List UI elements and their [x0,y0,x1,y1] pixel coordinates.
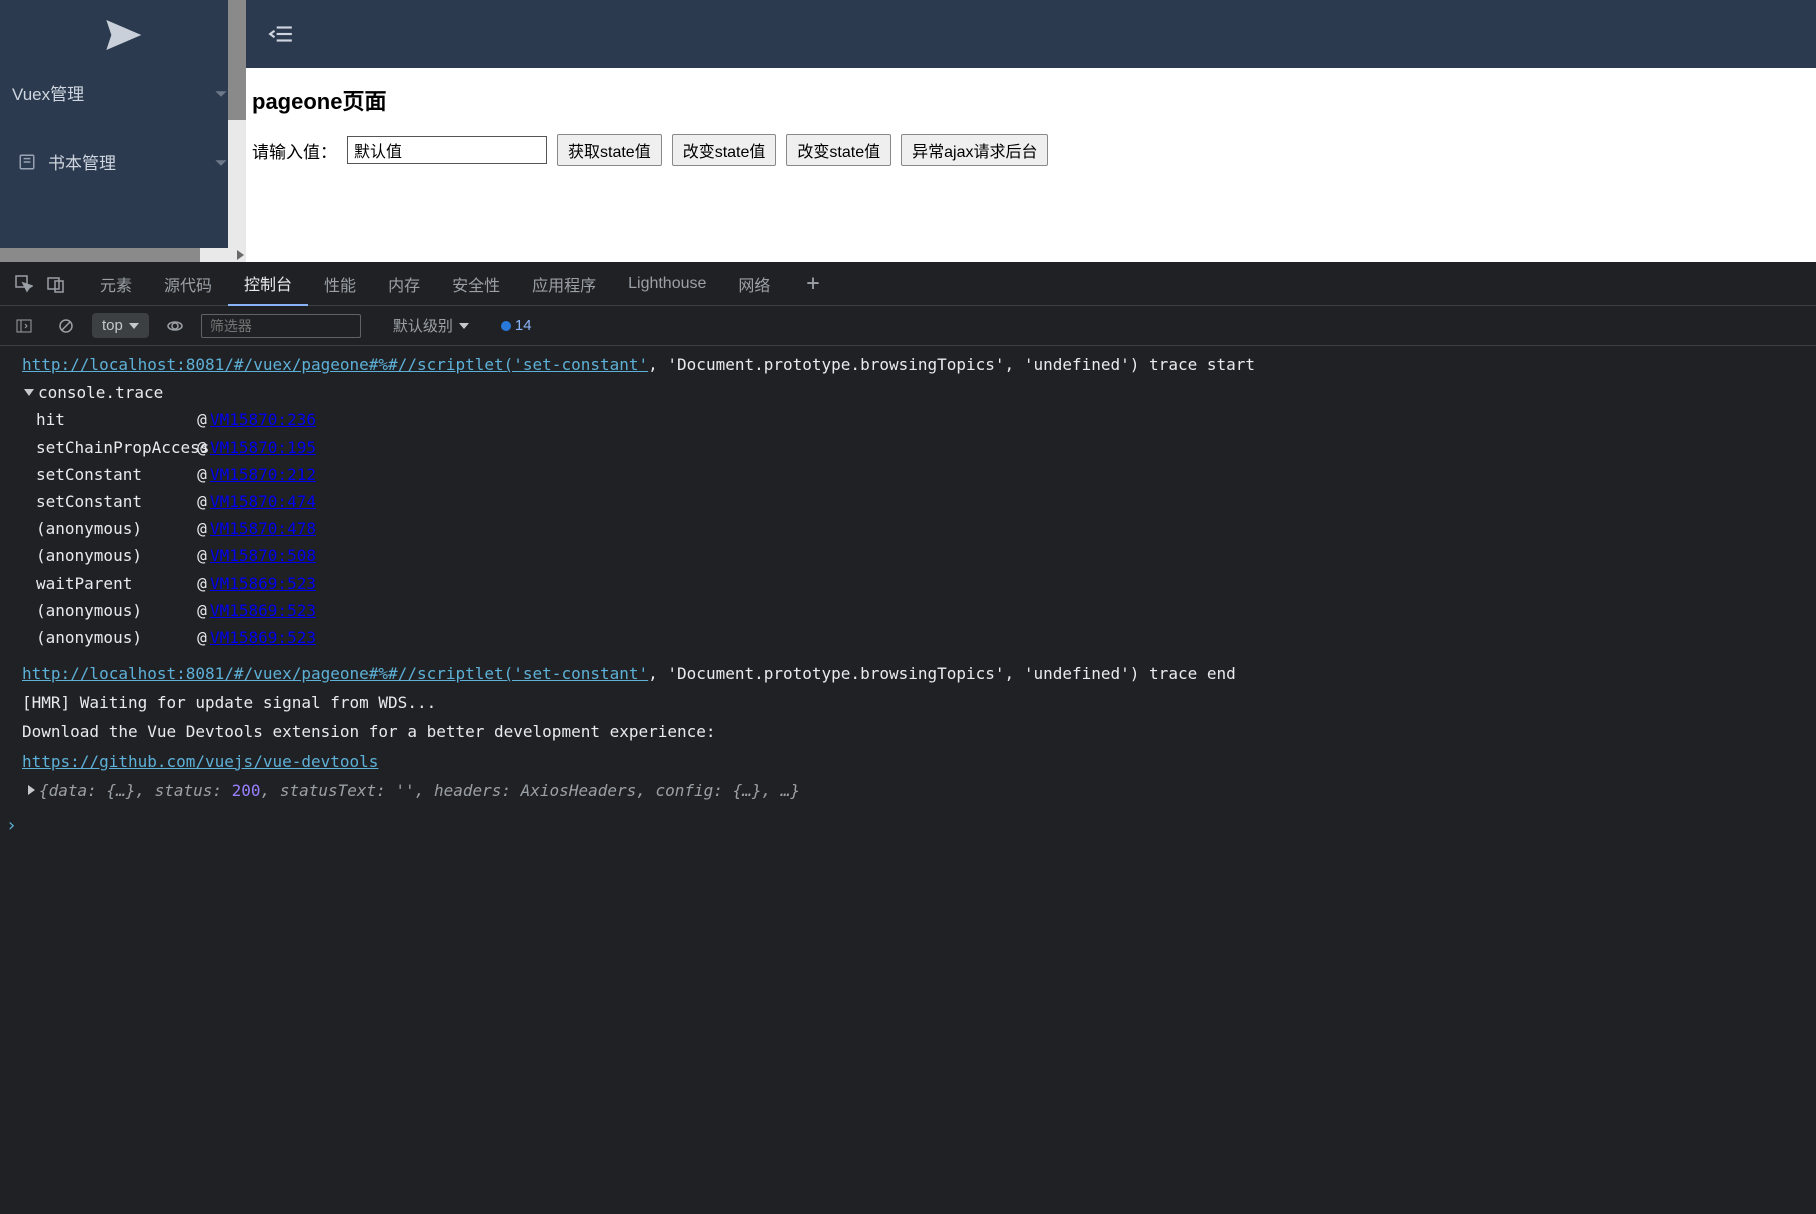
device-icon[interactable] [40,268,72,300]
page-title: pageone页面 [252,84,1810,116]
trace-row: (anonymous)@ VM15870:508 [0,542,1816,569]
trace-function: setConstant [36,488,194,515]
devtools-panel: 元素 源代码 控制台 性能 内存 安全性 应用程序 Lighthouse 网络 … [0,262,1816,1214]
input-label: 请输入值： [252,138,337,163]
trace-location-link[interactable]: VM15870:212 [210,461,316,488]
console-output: http://localhost:8081/#/vuex/pageone#%#/… [0,346,1816,852]
ajax-error-button[interactable]: 异常ajax请求后台 [901,134,1048,166]
add-tab-icon[interactable]: + [806,271,819,296]
trace-location-link[interactable]: VM15870:474 [210,488,316,515]
vue-devtools-link[interactable]: https://github.com/vuejs/vue-devtools [22,752,378,771]
log-level-selector[interactable]: 默认级别 [393,315,469,336]
trace-location-link[interactable]: VM15869:523 [210,597,316,624]
caret-down-icon [24,389,34,396]
sidebar-item-book[interactable]: 书本管理 [0,139,246,184]
tab-console[interactable]: 控制台 [228,262,308,306]
inspect-icon[interactable] [8,268,40,300]
trace-row: hit@ VM15870:236 [0,406,1816,433]
log-line: https://github.com/vuejs/vue-devtools [0,747,1816,776]
devtools-tabbar: 元素 源代码 控制台 性能 内存 安全性 应用程序 Lighthouse 网络 … [0,262,1816,306]
trace-function: setChainPropAccess [36,434,194,461]
sidebar-scrollbar-vertical[interactable] [228,0,246,262]
log-line: [HMR] Waiting for update signal from WDS… [0,688,1816,717]
tab-memory[interactable]: 内存 [372,262,436,306]
console-prompt[interactable]: › [0,805,1816,848]
trace-function: setConstant [36,461,194,488]
tab-network[interactable]: 网络 [722,262,786,306]
trace-row: waitParent@ VM15869:523 [0,570,1816,597]
trace-row: (anonymous)@ VM15870:478 [0,515,1816,542]
trace-location-link[interactable]: VM15869:523 [210,570,316,597]
trace-function: (anonymous) [36,624,194,651]
caret-right-icon [28,785,35,795]
sidebar: Vuex管理 书本管理 [0,0,246,262]
app-logo [0,0,246,70]
log-line: http://localhost:8081/#/vuex/pageone#%#/… [0,350,1816,379]
page-content: pageone页面 请输入值： 获取state值 改变state值 改变stat… [246,68,1816,182]
trace-header[interactable]: console.trace [0,379,1816,406]
trace-function: (anonymous) [36,597,194,624]
log-url-link[interactable]: http://localhost:8081/#/vuex/pageone#%#/… [22,664,648,683]
trace-row: (anonymous)@ VM15869:523 [0,597,1816,624]
trace-row: (anonymous)@ VM15869:523 [0,624,1816,651]
trace-row: setChainPropAccess@ VM15870:195 [0,434,1816,461]
tab-security[interactable]: 安全性 [436,262,516,306]
trace-function: waitParent [36,570,194,597]
sidebar-item-label: 书本管理 [48,149,116,174]
log-object[interactable]: {data: {…}, status: 200, statusText: '',… [0,776,1816,805]
sidebar-scrollbar-horizontal[interactable] [0,248,246,262]
set-state-button-2[interactable]: 改变state值 [786,134,891,166]
trace-row: setConstant@ VM15870:474 [0,488,1816,515]
trace-function: (anonymous) [36,542,194,569]
trace-location-link[interactable]: VM15870:236 [210,406,316,433]
trace-location-link[interactable]: VM15870:478 [210,515,316,542]
clear-console-icon[interactable] [50,310,82,342]
log-url-link[interactable]: http://localhost:8081/#/vuex/pageone#%#/… [22,355,648,374]
log-line: Download the Vue Devtools extension for … [0,717,1816,746]
trace-location-link[interactable]: VM15869:523 [210,624,316,651]
sidebar-item-vuex[interactable]: Vuex管理 [0,70,246,115]
sidebar-item-label: Vuex管理 [12,80,84,105]
trace-location-link[interactable]: VM15870:195 [210,434,316,461]
tab-performance[interactable]: 性能 [308,262,372,306]
tab-lighthouse[interactable]: Lighthouse [612,262,722,306]
trace-row: setConstant@ VM15870:212 [0,461,1816,488]
log-line: http://localhost:8081/#/vuex/pageone#%#/… [0,659,1816,688]
tab-elements[interactable]: 元素 [84,262,148,306]
value-input[interactable] [347,136,547,164]
live-expression-icon[interactable] [159,310,191,342]
trace-function: hit [36,406,194,433]
book-icon [18,153,36,171]
sidebar-toggle-icon[interactable] [8,310,40,342]
chevron-down-icon [214,86,228,100]
tab-sources[interactable]: 源代码 [148,262,228,306]
collapse-sidebar-icon[interactable] [268,21,294,47]
app-header [246,0,1816,68]
tab-application[interactable]: 应用程序 [516,262,612,306]
get-state-button[interactable]: 获取state值 [557,134,662,166]
chevron-down-icon [214,155,228,169]
console-filter-input[interactable] [201,314,361,338]
trace-location-link[interactable]: VM15870:508 [210,542,316,569]
message-count[interactable]: 14 [501,317,532,334]
set-state-button-1[interactable]: 改变state值 [672,134,777,166]
context-selector[interactable]: top [92,313,149,338]
trace-function: (anonymous) [36,515,194,542]
console-toolbar: top 默认级别 14 [0,306,1816,346]
